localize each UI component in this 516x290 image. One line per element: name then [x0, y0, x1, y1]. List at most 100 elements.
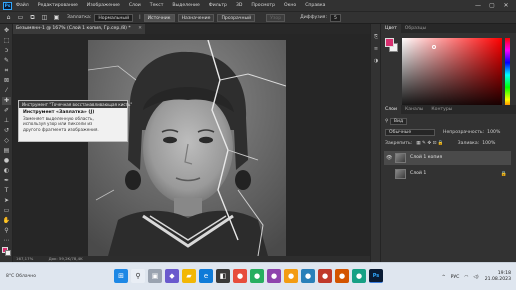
lasso-tool-icon[interactable]: ↄ — [2, 47, 11, 55]
app-icon-green[interactable]: ● — [250, 269, 264, 283]
tab-layers[interactable]: Слои — [381, 105, 401, 114]
healing-brush-tool-icon[interactable]: ✚ — [2, 97, 11, 105]
use-pattern-button[interactable]: Узор — [266, 13, 286, 22]
layer-name[interactable]: Слой 1 копия — [410, 151, 442, 165]
brush-tool-icon[interactable]: ✐ — [2, 107, 11, 115]
zoom-tool-icon[interactable]: ⚲ — [2, 227, 11, 235]
clone-stamp-tool-icon[interactable]: ⊥ — [2, 117, 11, 125]
eyedropper-tool-icon[interactable]: ⁄ — [2, 87, 11, 95]
quick-select-tool-icon[interactable]: ✎ — [2, 57, 11, 65]
document-tab[interactable]: Безымянн-1 @ 167% (Слой 1 копия, Гр.сер.… — [13, 24, 145, 34]
document-canvas-photo[interactable] — [88, 40, 286, 256]
panel-foreground-swatch[interactable] — [385, 38, 394, 47]
properties-panel-icon[interactable]: ≡ — [372, 46, 380, 53]
path-select-tool-icon[interactable]: ➤ — [2, 197, 11, 205]
tab-color[interactable]: Цвет — [381, 24, 401, 33]
eye-icon[interactable]: 👁 — [386, 155, 392, 161]
menu-filter[interactable]: Фильтр — [209, 3, 227, 8]
layer-row-copy[interactable]: 👁 Слой 1 копия — [384, 151, 511, 165]
store-icon[interactable]: ◧ — [216, 269, 230, 283]
app-icon-amber[interactable]: ● — [335, 269, 349, 283]
document-size[interactable]: Док: 59,2K/78,4K — [49, 256, 83, 261]
clock[interactable]: 19:18 21.08.2023 — [485, 271, 511, 283]
selection-subtract-icon[interactable]: ◫ — [40, 14, 49, 22]
tab-swatches[interactable]: Образцы — [401, 24, 430, 33]
menu-edit[interactable]: Редактирование — [38, 3, 78, 8]
opacity-value[interactable]: 100% — [487, 130, 500, 135]
layer-name[interactable]: Слой 1 — [410, 167, 426, 181]
move-tool-icon[interactable]: ✥ — [2, 27, 11, 35]
search-icon[interactable]: ⚲ — [131, 269, 145, 283]
photoshop-logo[interactable]: Ps — [3, 1, 12, 10]
app-icon-orange[interactable]: ● — [284, 269, 298, 283]
layer-row-base[interactable]: Слой 1 🔒 — [384, 167, 511, 181]
task-view-icon[interactable]: ▣ — [148, 269, 162, 283]
menu-window[interactable]: Окно — [284, 3, 296, 8]
language-indicator[interactable]: РУС — [451, 275, 460, 280]
weather-widget[interactable]: 8°C Облачно — [6, 271, 56, 283]
app-icon-crimson[interactable]: ● — [318, 269, 332, 283]
history-panel-icon[interactable]: ⎘ — [372, 34, 380, 41]
start-menu-icon[interactable]: ⊞ — [114, 269, 128, 283]
widgets-icon[interactable]: ◆ — [165, 269, 179, 283]
color-picker-marker[interactable] — [432, 45, 436, 49]
pen-tool-icon[interactable]: ✒ — [2, 177, 11, 185]
shape-tool-icon[interactable]: ▭ — [2, 207, 11, 215]
patch-tool-icon[interactable]: ⌂ — [4, 14, 13, 22]
hand-tool-icon[interactable]: ✋ — [2, 217, 11, 225]
minimize-button[interactable]: — — [471, 2, 485, 9]
selection-new-icon[interactable]: ▭ — [16, 14, 25, 22]
menu-layers[interactable]: Слои — [129, 3, 141, 8]
app-icon-purple[interactable]: ● — [267, 269, 281, 283]
color-picker-field[interactable] — [402, 38, 502, 112]
marquee-tool-icon[interactable]: ⬚ — [2, 37, 11, 45]
edge-browser-icon[interactable]: e — [199, 269, 213, 283]
maximize-button[interactable]: ▢ — [485, 2, 499, 9]
close-tab-icon[interactable]: ✕ — [138, 24, 142, 34]
volume-icon[interactable]: ◁) — [473, 275, 478, 280]
hue-slider[interactable] — [505, 38, 510, 112]
tab-paths[interactable]: Контуры — [427, 105, 456, 114]
fill-value[interactable]: 100% — [482, 141, 495, 146]
menu-view[interactable]: Просмотр — [251, 3, 275, 8]
close-window-button[interactable]: ✕ — [499, 2, 513, 9]
crop-tool-icon[interactable]: ⌗ — [2, 67, 11, 75]
selection-intersect-icon[interactable]: ▣ — [52, 14, 61, 22]
canvas-area[interactable]: Инструмент "Точечная восстанавливающая к… — [13, 34, 370, 256]
patch-mode-select[interactable]: Нормальный — [94, 13, 134, 22]
app-icon-teal[interactable]: ● — [352, 269, 366, 283]
transparent-button[interactable]: Прозрачный — [217, 13, 256, 22]
eraser-tool-icon[interactable]: ◇ — [2, 137, 11, 145]
eye-hidden-icon[interactable] — [386, 171, 392, 177]
menu-help[interactable]: Справка — [305, 3, 325, 8]
blend-mode-select[interactable]: Обычные — [385, 128, 435, 136]
type-tool-icon[interactable]: T — [2, 187, 11, 195]
gradient-tool-icon[interactable]: ▤ — [2, 147, 11, 155]
dodge-tool-icon[interactable]: ◐ — [2, 167, 11, 175]
blur-tool-icon[interactable]: ● — [2, 157, 11, 165]
app-icon-red[interactable]: ● — [233, 269, 247, 283]
selection-add-icon[interactable]: ⧉ — [28, 14, 37, 22]
menu-3d[interactable]: 3D — [236, 3, 242, 8]
diffusion-input[interactable]: 5 — [330, 13, 341, 22]
destination-button[interactable]: Назначение — [177, 13, 215, 22]
app-icon-blue[interactable]: ● — [301, 269, 315, 283]
menu-image[interactable]: Изображение — [87, 3, 120, 8]
wifi-icon[interactable]: ◠ — [464, 275, 468, 280]
menu-select[interactable]: Выделение — [172, 3, 199, 8]
layer-filter-select[interactable]: Вид — [389, 117, 408, 125]
frame-tool-icon[interactable]: ⊠ — [2, 77, 11, 85]
zoom-level[interactable]: 167,17% — [16, 256, 33, 261]
history-brush-tool-icon[interactable]: ↺ — [2, 127, 11, 135]
menu-file[interactable]: Файл — [16, 3, 29, 8]
adjustments-panel-icon[interactable]: ◑ — [372, 58, 380, 65]
photoshop-taskbar-icon[interactable]: Ps — [369, 269, 383, 283]
tab-channels[interactable]: Каналы — [401, 105, 427, 114]
file-explorer-icon[interactable]: ▰ — [182, 269, 196, 283]
more-tools-icon[interactable]: ⋯ — [2, 237, 11, 245]
background-color-swatch[interactable] — [5, 250, 11, 256]
tray-arrow-icon[interactable]: ^ — [442, 275, 446, 280]
source-button[interactable]: Источник — [143, 13, 175, 22]
menu-type[interactable]: Текст — [150, 3, 164, 8]
lock-icons[interactable]: ▦ ✎ ✥ ⊡ 🔒 — [416, 141, 443, 146]
